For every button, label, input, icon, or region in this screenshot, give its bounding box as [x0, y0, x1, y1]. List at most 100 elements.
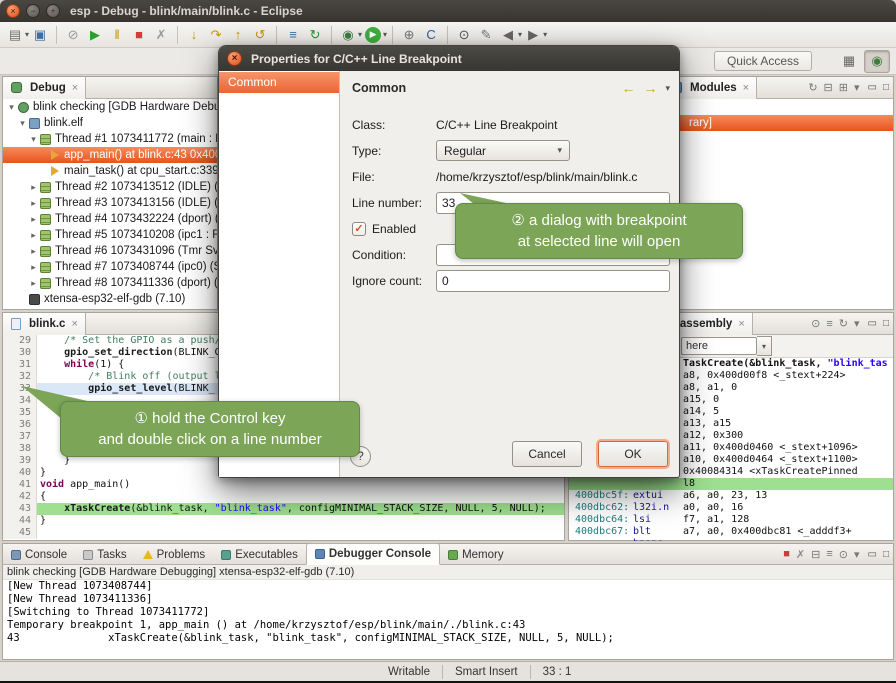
scroll-lock-icon[interactable]: ≡ — [826, 548, 832, 560]
terminate-icon[interactable]: ■ — [783, 548, 790, 560]
window-close-icon[interactable]: × — [6, 4, 20, 18]
line-number[interactable]: 34 — [3, 395, 37, 407]
chevron-down-icon[interactable]: ▾ — [383, 30, 387, 39]
tree-expander-icon[interactable]: ▾ — [17, 118, 28, 129]
tree-expander-icon[interactable]: ▸ — [28, 182, 39, 193]
close-icon[interactable]: × — [738, 318, 744, 330]
disassembly-line[interactable]: 400dbc62:l32i.n a0, a0, 16 — [569, 502, 893, 514]
forward-icon[interactable]: → — [643, 80, 657, 96]
maximize-icon[interactable]: □ — [883, 318, 889, 329]
ignore-count-input[interactable] — [436, 270, 670, 292]
tree-expander-icon[interactable]: ▸ — [28, 198, 39, 209]
debug-tree-item[interactable]: ▸Thread #3 1073413156 (IDLE) (Susp — [3, 195, 217, 211]
type-select[interactable]: Regular ▾ — [436, 140, 570, 161]
toolbar-new-icon[interactable]: ▤ — [5, 25, 25, 45]
tree-expander-icon[interactable]: ▸ — [28, 262, 39, 273]
debug-tree-item[interactable]: ▸Thread #2 1073413512 (IDLE) (Susp — [3, 179, 217, 195]
ok-button[interactable]: OK — [598, 441, 668, 467]
line-number[interactable]: 30 — [3, 347, 37, 359]
line-number[interactable]: 39 — [3, 455, 37, 467]
disassembly-line[interactable]: l8 — [569, 478, 893, 490]
quick-access-button[interactable]: Quick Access — [714, 51, 812, 71]
chevron-down-icon[interactable]: ▾ — [358, 30, 362, 39]
window-maximize-icon[interactable]: + — [46, 4, 60, 18]
perspective-debug-icon[interactable]: ◉ — [864, 50, 890, 73]
minimize-icon[interactable]: ▭ — [868, 82, 877, 93]
chevron-down-icon[interactable]: ▾ — [757, 336, 772, 356]
console-tab-tasks[interactable]: Tasks — [75, 545, 134, 565]
toolbar-last-edit-location-icon[interactable]: ✎ — [476, 25, 496, 45]
toolbar-disconnect-icon[interactable]: ✗ — [151, 25, 171, 45]
toolbar-new-cpp-icon[interactable]: C — [421, 25, 441, 45]
maximize-icon[interactable]: □ — [883, 82, 889, 93]
location-input[interactable] — [681, 337, 757, 355]
close-icon[interactable]: × — [743, 82, 749, 94]
debug-tree-item[interactable]: app_main() at blink.c:43 0x400db — [3, 147, 217, 163]
code-text[interactable]: { — [37, 491, 564, 503]
debug-tree-item[interactable]: ▾blink.elf — [3, 115, 217, 131]
console-tab-executables[interactable]: Executables — [213, 545, 306, 565]
line-number[interactable]: 35 — [3, 407, 37, 419]
modules-selected-row[interactable]: rary] — [663, 115, 893, 131]
refresh-icon[interactable]: ↻ — [839, 317, 848, 330]
debug-tree-item[interactable]: ▸Thread #7 1073408744 (ipc0) (Susp — [3, 259, 217, 275]
toolbar-forward-icon[interactable]: ▶ — [523, 25, 543, 45]
line-number[interactable]: 37 — [3, 431, 37, 443]
link-with-active-context-icon[interactable]: ≡ — [826, 318, 832, 330]
debug-tree-item[interactable]: ▸Thread #4 1073432224 (dport) (Susp — [3, 211, 217, 227]
dialog-close-icon[interactable]: × — [227, 51, 242, 66]
clear-console-icon[interactable]: ⊟ — [811, 548, 820, 561]
disassembly-line[interactable]: 400dbc67:blt a7, a0, 0x400dbc81 <_adddf3… — [569, 526, 893, 538]
line-number[interactable]: 42 — [3, 491, 37, 503]
remove-launch-icon[interactable]: ✗ — [796, 548, 805, 561]
debug-tree-item[interactable]: ▾Thread #1 1073411772 (main : Runn — [3, 131, 217, 147]
line-number[interactable]: 33 — [3, 383, 37, 395]
toolbar-restart-icon[interactable]: ↻ — [305, 25, 325, 45]
line-number[interactable]: 45 — [3, 527, 37, 539]
tree-expander-icon[interactable]: ▸ — [28, 246, 39, 257]
toolbar-instruction-stepping-icon[interactable]: ≡ — [283, 25, 303, 45]
toolbar-step-over-icon[interactable]: ↷ — [206, 25, 226, 45]
enabled-checkbox[interactable]: ✓ — [352, 222, 366, 236]
code-text[interactable]: } — [37, 515, 564, 527]
toolbar-search-icon[interactable]: ⊙ — [454, 25, 474, 45]
toolbar-resume-icon[interactable]: ▶ — [85, 25, 105, 45]
close-icon[interactable]: × — [71, 318, 77, 330]
line-number[interactable]: 40 — [3, 467, 37, 479]
perspective-cpp-icon[interactable]: ▦ — [836, 50, 862, 73]
line-number[interactable]: 36 — [3, 419, 37, 431]
code-text[interactable] — [37, 527, 564, 539]
debug-tree-item[interactable]: ▸Thread #6 1073431096 (Tmr Svc) (S — [3, 243, 217, 259]
toolbar-step-into-icon[interactable]: ↓ — [184, 25, 204, 45]
debug-tree-item[interactable]: ▸Thread #5 1073410208 (ipc1 : Runni — [3, 227, 217, 243]
close-icon[interactable]: × — [72, 82, 78, 94]
view-menu-icon[interactable]: ▾ — [854, 548, 860, 561]
tree-expander-icon[interactable]: ▸ — [28, 214, 39, 225]
pin-console-icon[interactable]: ⊙ — [839, 548, 848, 561]
expand-all-icon[interactable]: ⊞ — [839, 81, 848, 94]
chevron-down-icon[interactable]: ▾ — [518, 30, 522, 39]
debug-tree-item[interactable]: ▾blink checking [GDB Hardware Debug — [3, 99, 217, 115]
debug-tree-item[interactable]: xtensa-esp32-elf-gdb (7.10) — [3, 291, 217, 307]
tab-blink-c[interactable]: blink.c × — [3, 313, 86, 335]
tree-expander-icon[interactable]: ▸ — [28, 278, 39, 289]
toolbar-skip-all-breakpoints-icon[interactable]: ⊘ — [63, 25, 83, 45]
window-minimize-icon[interactable]: − — [26, 4, 40, 18]
toolbar-run-icon[interactable]: ▶ — [365, 27, 381, 43]
tree-expander-icon[interactable]: ▸ — [28, 230, 39, 241]
toolbar-step-return-icon[interactable]: ↑ — [228, 25, 248, 45]
line-number[interactable]: 32 — [3, 371, 37, 383]
toolbar-drop-to-frame-icon[interactable]: ↺ — [250, 25, 270, 45]
back-icon[interactable]: ← — [621, 80, 635, 96]
chevron-down-icon[interactable]: ▾ — [543, 30, 547, 39]
view-menu-icon[interactable]: ▾ — [854, 81, 860, 94]
disassembly-line[interactable]: 400dbc5f:extui a6, a0, 23, 13 — [569, 490, 893, 502]
toolbar-suspend-icon[interactable]: ‖ — [107, 25, 127, 45]
tab-debug[interactable]: Debug × — [3, 77, 86, 99]
console-tab-debugger-console[interactable]: Debugger Console — [306, 543, 440, 565]
line-number[interactable]: 38 — [3, 443, 37, 455]
chevron-down-icon[interactable]: ▾ — [25, 30, 29, 39]
toolbar-back-icon[interactable]: ◀ — [498, 25, 518, 45]
view-menu-icon[interactable]: ▾ — [665, 83, 670, 94]
code-text[interactable]: void app_main() — [37, 479, 564, 491]
